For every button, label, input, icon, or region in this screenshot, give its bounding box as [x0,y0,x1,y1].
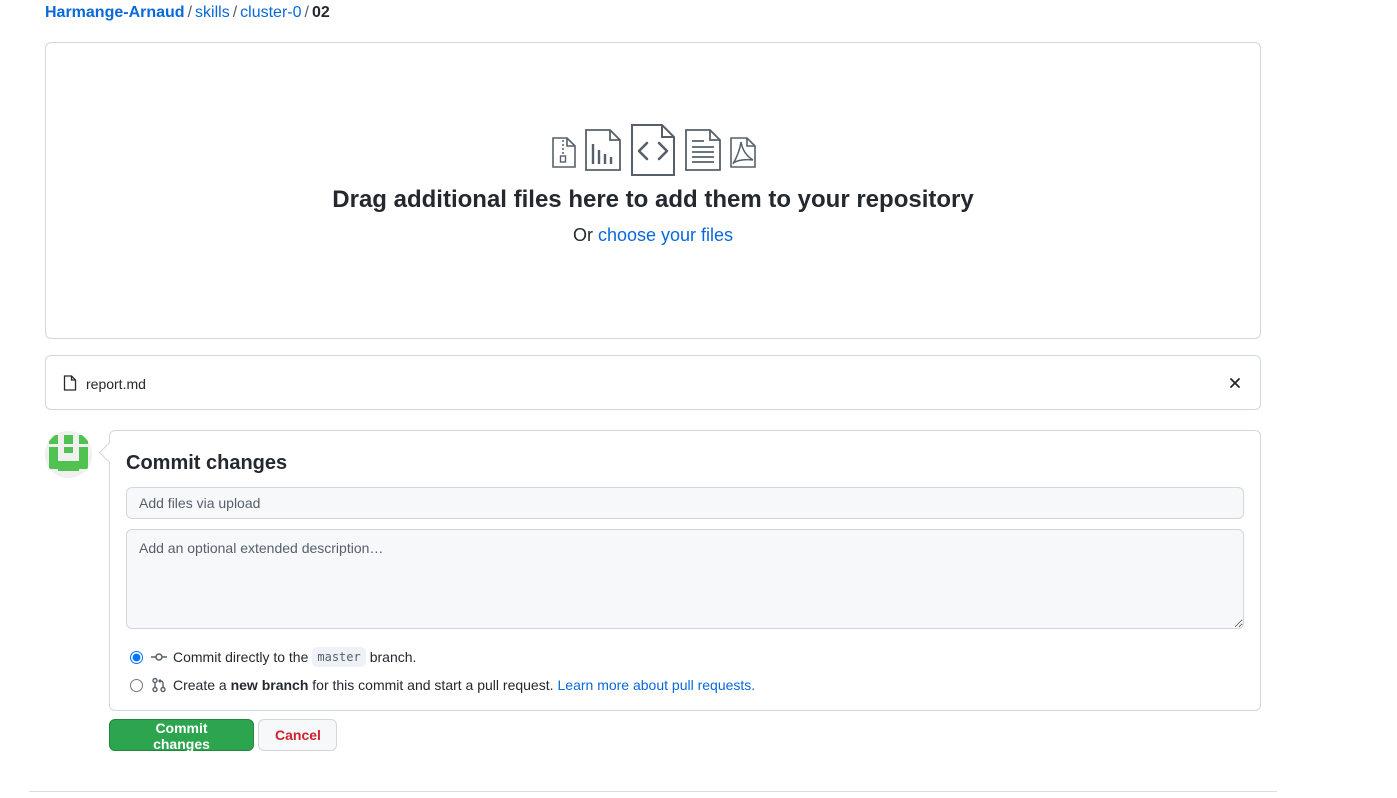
breadcrumb-current: 02 [311,4,330,21]
breadcrumb-separator: / [304,4,309,21]
close-icon[interactable] [1227,375,1243,391]
git-pull-request-icon [152,677,166,693]
footer-divider [29,791,1277,792]
cancel-button[interactable]: Cancel [258,719,337,751]
avatar [45,431,92,478]
drop-zone-subtitle: Or choose your files [46,224,1260,246]
uploaded-file-name: report.md [86,376,146,392]
breadcrumb-owner-link[interactable]: Harmange-Arnaud [45,4,185,21]
file-code-icon [631,124,675,176]
commit-direct-radio[interactable] [130,650,143,664]
commit-description-input[interactable] [126,529,1244,629]
breadcrumb-separator: / [187,4,193,21]
git-commit-icon [151,653,167,661]
file-pdf-icon [730,137,756,168]
commit-form-title: Commit changes [126,452,288,474]
commit-direct-suffix: branch. [369,649,417,665]
new-branch-radio[interactable] [130,678,143,692]
new-branch-option[interactable]: Create a new branch for this commit and … [130,676,755,694]
new-branch-prefix: Create a [173,677,227,693]
breadcrumb-folder-link[interactable]: cluster-0 [240,4,301,21]
drop-zone-title: Drag additional files here to add them t… [332,186,974,213]
uploaded-file-list: report.md [45,355,1261,410]
drop-zone-or-text: Or [572,225,593,245]
breadcrumb-repo-link[interactable]: skills [195,4,230,21]
file-chart-icon [585,129,621,171]
new-branch-bold: new branch [230,677,309,693]
breadcrumb: Harmange-Arnaud / skills / cluster-0/02 [45,3,330,23]
file-zip-icon [552,137,576,168]
commit-direct-prefix: Commit directly to the [173,649,309,665]
breadcrumb-separator: / [232,4,238,21]
file-icon [63,375,77,391]
commit-changes-button[interactable]: Commit changes [109,719,254,752]
file-type-icons [551,123,761,177]
learn-more-pull-requests-link[interactable]: Learn more about pull requests. [558,676,756,694]
branch-name: master [312,647,366,667]
commit-form: Commit changes Commit directly to the ma… [109,430,1261,711]
commit-direct-option[interactable]: Commit directly to the master branch. [130,647,416,667]
new-branch-suffix: for this commit and start a pull request… [312,677,554,693]
choose-files-link[interactable]: choose your files [598,225,733,245]
file-drop-zone[interactable]: Drag additional files here to add them t… [45,42,1261,339]
commit-summary-input[interactable] [126,487,1244,519]
file-text-icon [685,129,721,171]
